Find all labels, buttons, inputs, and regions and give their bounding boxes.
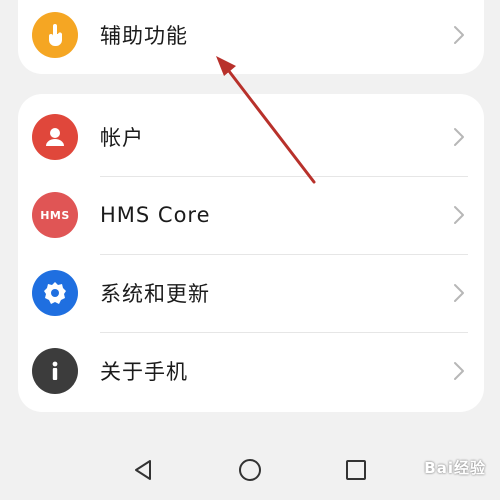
settings-item-account[interactable]: 帐户 <box>18 98 484 176</box>
settings-item-accessibility[interactable]: 辅助功能 <box>18 0 484 74</box>
settings-card-accessibility: 辅助功能 <box>18 0 484 74</box>
settings-item-label: HMS Core <box>100 203 211 227</box>
settings-card-main: 帐户 HMS HMS Core 系统和更新 关于手机 <box>18 94 484 412</box>
hand-touch-icon <box>32 12 78 58</box>
hms-core-icon-text: HMS <box>40 208 70 222</box>
settings-item-label: 关于手机 <box>100 360 188 384</box>
home-circle-icon <box>239 459 261 481</box>
gear-icon <box>32 270 78 316</box>
watermark: Bai经验 <box>424 459 486 477</box>
settings-item-system-update[interactable]: 系统和更新 <box>18 254 484 332</box>
hms-core-icon: HMS <box>32 192 78 238</box>
chevron-right-icon <box>454 284 464 302</box>
chevron-right-icon <box>454 362 464 380</box>
settings-item-label: 系统和更新 <box>100 282 210 306</box>
chevron-right-icon <box>454 128 464 146</box>
home-button[interactable] <box>230 450 270 490</box>
settings-item-label: 辅助功能 <box>100 24 188 48</box>
settings-item-about-phone[interactable]: 关于手机 <box>18 332 484 410</box>
settings-item-label: 帐户 <box>100 126 144 150</box>
person-icon <box>32 114 78 160</box>
recents-button[interactable] <box>336 450 376 490</box>
recents-square-icon <box>346 460 366 480</box>
back-button[interactable] <box>123 450 163 490</box>
chevron-right-icon <box>454 26 464 44</box>
chevron-right-icon <box>454 206 464 224</box>
settings-item-hms-core[interactable]: HMS HMS Core <box>18 176 484 254</box>
back-triangle-icon <box>135 460 151 480</box>
info-icon <box>32 348 78 394</box>
